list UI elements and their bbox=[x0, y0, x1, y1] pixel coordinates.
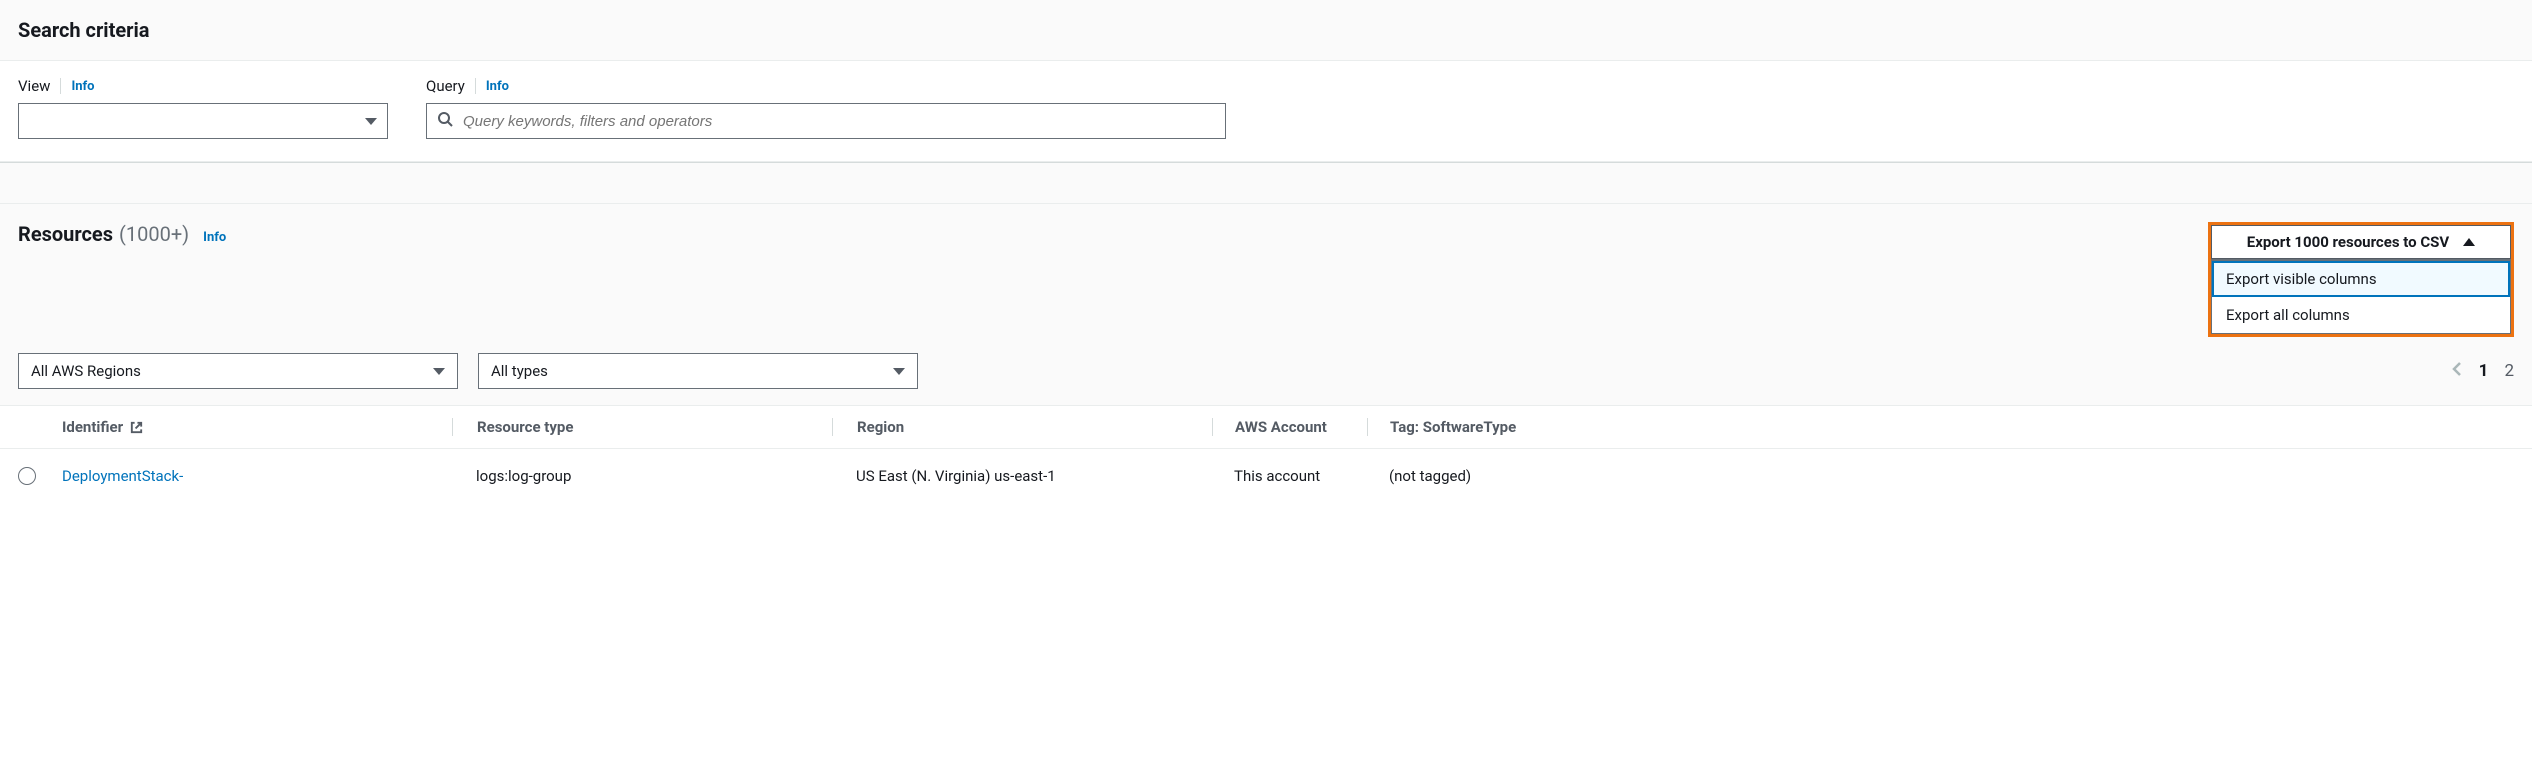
external-link-icon bbox=[129, 420, 144, 435]
chevron-down-icon bbox=[365, 118, 377, 125]
view-label-row: View Info bbox=[18, 77, 388, 95]
col-label-identifier: Identifier bbox=[62, 418, 123, 436]
col-label-region: Region bbox=[857, 418, 904, 436]
pager-prev[interactable] bbox=[2451, 360, 2463, 383]
export-button[interactable]: Export 1000 resources to CSV bbox=[2211, 225, 2511, 259]
table-header-tag[interactable]: Tag: SoftwareType bbox=[1367, 418, 2514, 436]
row-tag-cell: (not tagged) bbox=[1367, 467, 2514, 485]
search-criteria-title: Search criteria bbox=[18, 18, 2514, 42]
resources-header-row: Resources (1000+) Info Export 1000 resou… bbox=[0, 222, 2532, 337]
row-region-cell: US East (N. Virginia) us-east-1 bbox=[832, 467, 1212, 485]
view-label: View bbox=[18, 77, 50, 95]
types-filter-value: All types bbox=[491, 362, 548, 380]
types-filter-select[interactable]: All types bbox=[478, 353, 918, 389]
query-input-wrapper[interactable] bbox=[426, 103, 1226, 139]
divider bbox=[475, 78, 476, 94]
col-label-account: AWS Account bbox=[1235, 418, 1327, 436]
table-header-identifier[interactable]: Identifier bbox=[62, 418, 452, 436]
row-identifier-link[interactable]: DeploymentStack- bbox=[62, 467, 183, 485]
col-label-tag: Tag: SoftwareType bbox=[1390, 418, 1516, 436]
row-select-cell bbox=[18, 467, 62, 485]
table-header-account[interactable]: AWS Account bbox=[1212, 418, 1367, 436]
query-info-link[interactable]: Info bbox=[486, 79, 509, 94]
pager-page-2[interactable]: 2 bbox=[2504, 361, 2514, 381]
row-identifier-cell: DeploymentStack- bbox=[62, 467, 452, 485]
resources-table: Identifier Resource type Region AWS Acco… bbox=[0, 405, 2532, 503]
table-header-resource-type[interactable]: Resource type bbox=[452, 418, 832, 436]
chevron-down-icon bbox=[433, 368, 445, 375]
view-field-group: View Info bbox=[18, 77, 388, 139]
resources-panel: Resources (1000+) Info Export 1000 resou… bbox=[0, 204, 2532, 503]
chevron-down-icon bbox=[893, 368, 905, 375]
row-type-cell: logs:log-group bbox=[452, 467, 832, 485]
search-criteria-body: View Info Query Info bbox=[0, 61, 2532, 161]
table-row: DeploymentStack- logs:log-group US East … bbox=[0, 449, 2532, 503]
divider bbox=[60, 78, 61, 94]
resources-title-group: Resources (1000+) Info bbox=[18, 222, 226, 246]
export-dropdown-area: Export 1000 resources to CSV Export visi… bbox=[2208, 222, 2514, 337]
triangle-up-icon bbox=[2463, 238, 2475, 246]
row-account-cell: This account bbox=[1212, 467, 1367, 485]
export-highlight-box: Export 1000 resources to CSV Export visi… bbox=[2208, 222, 2514, 337]
filter-row: All AWS Regions All types 1 2 bbox=[0, 337, 2532, 405]
export-menu-item-all[interactable]: Export all columns bbox=[2212, 297, 2510, 333]
query-input[interactable] bbox=[463, 113, 1215, 130]
pagination: 1 2 bbox=[2451, 360, 2514, 383]
search-icon bbox=[437, 111, 453, 131]
query-label-row: Query Info bbox=[426, 77, 1226, 95]
pager-page-1[interactable]: 1 bbox=[2479, 361, 2489, 381]
export-menu-item-visible[interactable]: Export visible columns bbox=[2212, 261, 2510, 297]
row-select-radio[interactable] bbox=[18, 467, 36, 485]
query-field-group: Query Info bbox=[426, 77, 1226, 139]
resources-title: Resources bbox=[18, 222, 113, 246]
query-label: Query bbox=[426, 77, 465, 95]
resources-info-link[interactable]: Info bbox=[203, 230, 226, 245]
search-criteria-panel: Search criteria View Info Query Info bbox=[0, 0, 2532, 162]
regions-filter-select[interactable]: All AWS Regions bbox=[18, 353, 458, 389]
table-header-region[interactable]: Region bbox=[832, 418, 1212, 436]
search-criteria-header: Search criteria bbox=[0, 0, 2532, 61]
col-label-type: Resource type bbox=[477, 418, 573, 436]
panel-spacer bbox=[0, 162, 2532, 204]
view-info-link[interactable]: Info bbox=[71, 79, 94, 94]
view-select[interactable] bbox=[18, 103, 388, 139]
table-header-row: Identifier Resource type Region AWS Acco… bbox=[0, 405, 2532, 449]
resources-count: (1000+) bbox=[119, 222, 189, 246]
export-menu: Export visible columns Export all column… bbox=[2211, 259, 2511, 334]
export-button-label: Export 1000 resources to CSV bbox=[2247, 233, 2449, 251]
regions-filter-value: All AWS Regions bbox=[31, 362, 141, 380]
